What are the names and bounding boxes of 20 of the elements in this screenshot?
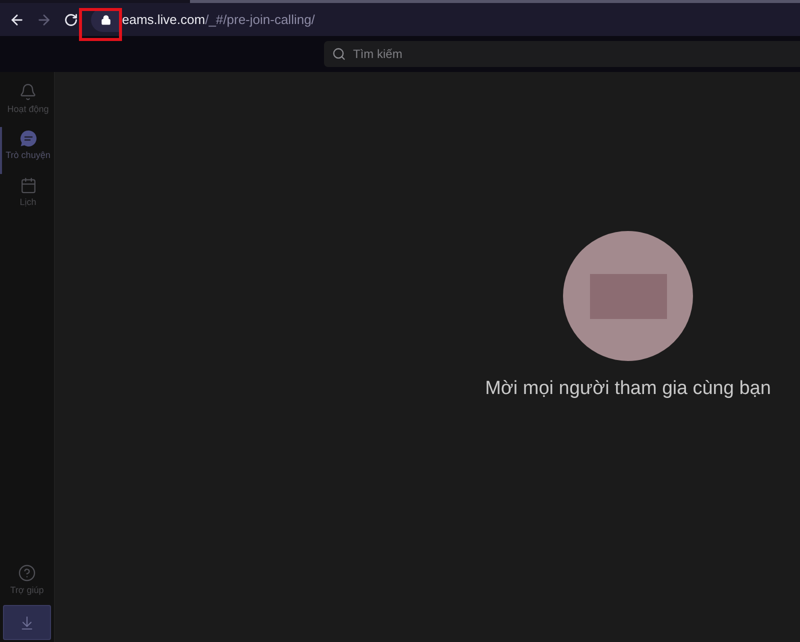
search-placeholder: Tìm kiếm [353, 46, 402, 63]
chat-bubble-icon [20, 130, 36, 147]
address-bar[interactable]: eams.live.com/_#/pre-join-calling/ [91, 6, 800, 32]
url-host: eams.live.com [122, 10, 206, 29]
search-icon [332, 47, 346, 61]
help-icon [18, 564, 36, 582]
reload-icon [64, 12, 78, 26]
url-path: /_#/pre-join-calling/ [205, 10, 315, 29]
sidebar-item[interactable]: Hoạt động [0, 80, 54, 127]
highlight-frame [79, 8, 122, 41]
sidebar-item[interactable]: Lịch [0, 174, 54, 221]
forward-arrow-icon [36, 12, 52, 28]
bell-icon [19, 83, 37, 101]
search-field[interactable]: Tìm kiếm [324, 41, 800, 67]
sidebar-item[interactable]: Trợ giúp [10, 562, 44, 602]
calendar-icon [20, 177, 36, 194]
back-button[interactable] [9, 12, 25, 28]
invite-text: Mời mọi người tham gia cùng bạn [485, 377, 771, 401]
download-icon [19, 614, 35, 630]
reload-button[interactable] [63, 12, 79, 28]
